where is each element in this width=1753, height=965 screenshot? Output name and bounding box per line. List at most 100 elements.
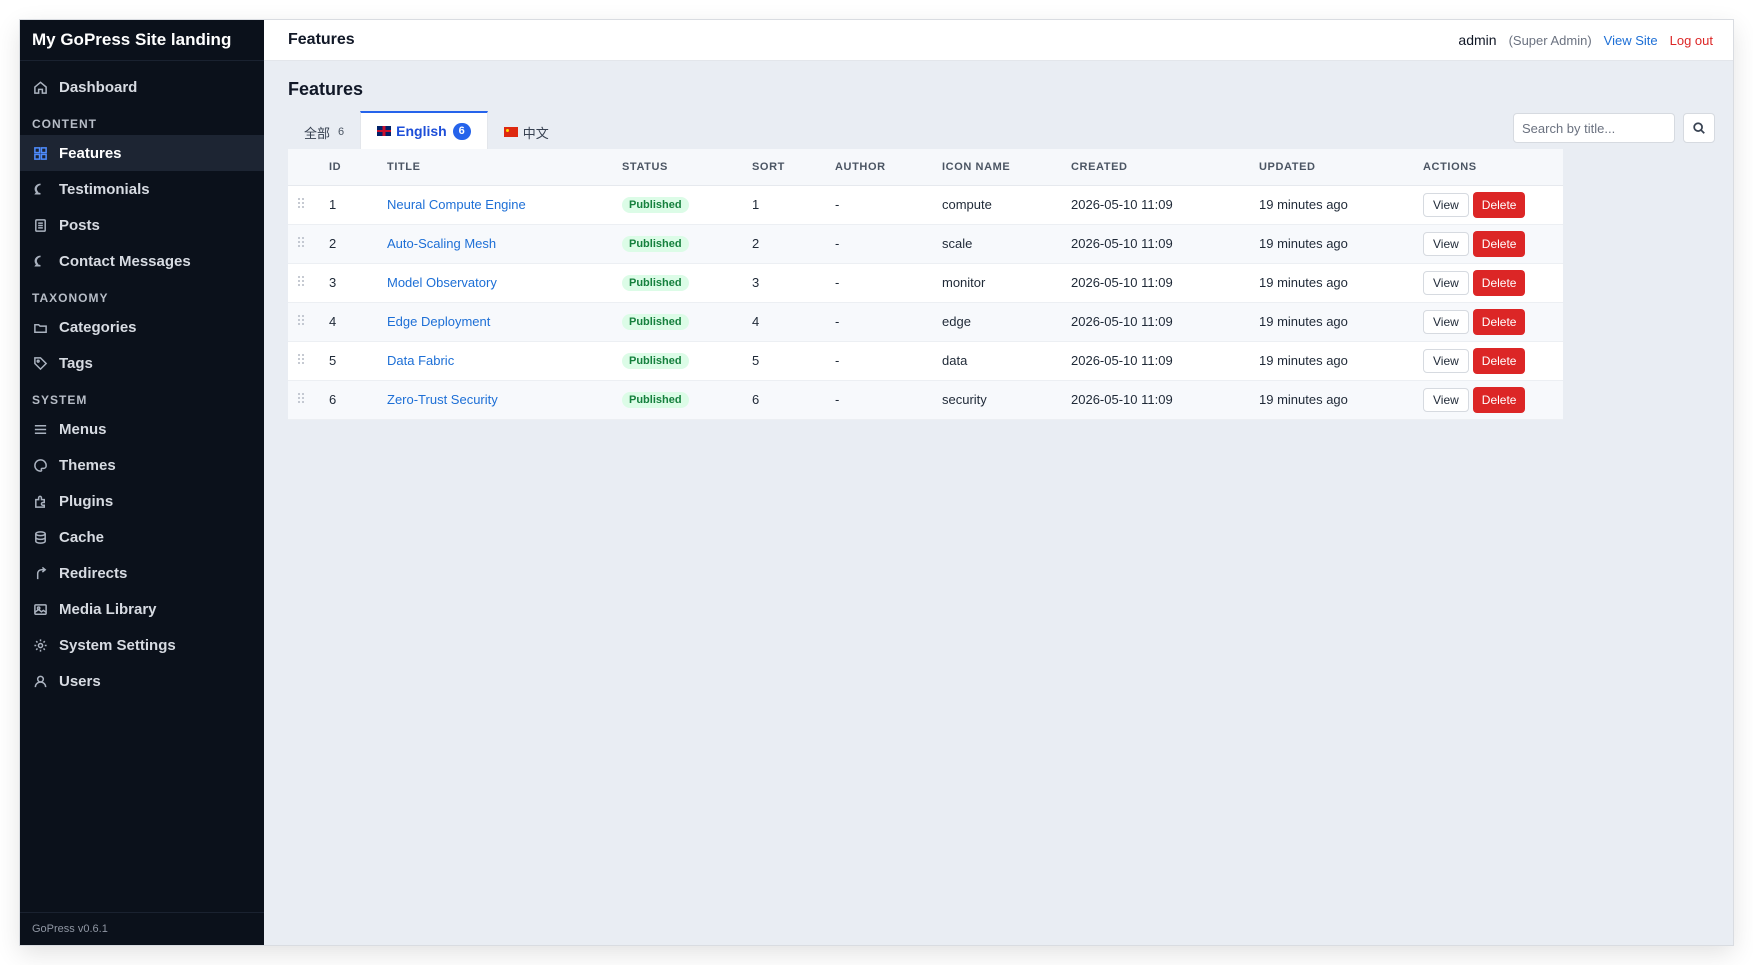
search-bar [1513,113,1715,143]
tab-label: 中文 [522,125,549,141]
sidebar-item-system-settings[interactable]: System Settings [20,627,264,663]
delete-button[interactable]: Delete [1472,386,1526,413]
sidebar-item-posts[interactable]: Posts [20,207,264,243]
sidebar-item-themes[interactable]: Themes [20,447,264,483]
drag-handle-icon [298,354,304,364]
china-flag-icon [503,127,518,137]
tab-english[interactable]: English 6 [360,111,488,149]
sidebar-item-label: Cache [59,528,105,546]
sidebar-item-contact-messages[interactable]: Contact Messages [20,243,264,279]
cell-id: 3 [329,275,337,290]
row-title-link[interactable]: Data Fabric [387,353,454,368]
column-header-created[interactable]: CREATED [1070,149,1258,186]
cell-updated: 19 minutes ago [1259,314,1348,329]
drag-handle[interactable] [288,380,328,419]
sidebar-item-label: Testimonials [59,180,150,198]
view-button[interactable]: View [1423,231,1469,256]
database-icon [32,529,48,545]
view-button[interactable]: View [1423,270,1469,295]
row-title-link[interactable]: Zero-Trust Security [387,392,498,407]
cell-actions: View Delete [1422,185,1563,224]
sidebar-item-label: Menus [59,420,107,438]
uk-flag-icon [377,126,392,136]
cell-created: 2026-05-10 11:09 [1071,197,1173,212]
sidebar-item-testimonials[interactable]: Testimonials [20,171,264,207]
delete-button[interactable]: Delete [1472,269,1526,296]
row-title-link[interactable]: Neural Compute Engine [387,197,526,212]
column-header-sort[interactable]: SORT [751,149,834,186]
cell-sort: 4 [752,314,760,329]
tab-count: 6 [338,126,345,138]
table-row: 6 Zero-Trust Security Published 6 - secu… [288,380,1563,419]
column-header-actions: ACTIONS [1422,149,1563,186]
delete-button[interactable]: Delete [1472,347,1526,374]
sidebar-item-label: Themes [59,456,116,474]
cell-icon-name: monitor [942,275,986,290]
column-header-title[interactable]: TITLE [386,149,621,186]
table-body: 1 Neural Compute Engine Published 1 - co… [288,185,1563,419]
drag-handle[interactable] [288,263,328,302]
column-header-author[interactable]: AUTHOR [834,149,941,186]
topbar-title: Features [288,31,355,48]
home-icon [32,79,48,95]
row-title-link[interactable]: Edge Deployment [387,314,490,329]
drag-handle[interactable] [288,224,328,263]
sidebar-item-media-library[interactable]: Media Library [20,591,264,627]
sidebar-item-dashboard[interactable]: Dashboard [20,69,264,105]
drag-handle[interactable] [288,302,328,341]
delete-button[interactable]: Delete [1472,191,1526,218]
cell-author: - [835,392,840,407]
cell-created: 2026-05-10 11:09 [1071,275,1173,290]
sidebar-item-redirects[interactable]: Redirects [20,555,264,591]
sidebar-item-users[interactable]: Users [20,663,264,699]
sidebar-item-tags[interactable]: Tags [20,345,264,381]
row-title-link[interactable]: Model Observatory [387,275,497,290]
tab-count-badge: 6 [452,122,471,140]
column-header-id[interactable]: ID [328,149,386,186]
cell-actions: View Delete [1422,302,1563,341]
document-icon [32,217,48,233]
view-button[interactable]: View [1423,387,1469,412]
table-row: 2 Auto-Scaling Mesh Published 2 - scale … [288,224,1563,263]
cell-created: 2026-05-10 11:09 [1071,392,1173,407]
view-button[interactable]: View [1423,309,1469,334]
gear-icon [32,637,48,653]
sidebar-item-label: System Settings [59,636,176,654]
status-badge: Published [622,275,689,291]
logout-link[interactable]: Log out [1670,33,1713,48]
column-header-updated[interactable]: UPDATED [1258,149,1422,186]
sidebar-item-cache[interactable]: Cache [20,519,264,555]
view-button[interactable]: View [1423,348,1469,373]
sidebar-item-plugins[interactable]: Plugins [20,483,264,519]
delete-button[interactable]: Delete [1472,230,1526,257]
search-icon [1693,122,1705,134]
cell-author: - [835,314,840,329]
cell-sort: 1 [752,197,760,212]
column-header-status[interactable]: STATUS [621,149,751,186]
cell-actions: View Delete [1422,263,1563,302]
drag-handle[interactable] [288,341,328,380]
sidebar-item-label: Users [59,672,101,690]
cell-actions: View Delete [1422,341,1563,380]
column-header-icon-name[interactable]: ICON NAME [941,149,1070,186]
cell-created: 2026-05-10 11:09 [1071,353,1173,368]
sidebar-item-categories[interactable]: Categories [20,309,264,345]
tab-chinese[interactable]: 中文 [488,115,565,149]
search-input[interactable] [1513,113,1675,143]
view-button[interactable]: View [1423,192,1469,217]
search-button[interactable] [1683,113,1715,143]
cell-sort: 6 [752,392,760,407]
sidebar-item-menus[interactable]: Menus [20,411,264,447]
view-site-link[interactable]: View Site [1604,33,1658,48]
brand-title[interactable]: My GoPress Site landing [20,20,264,61]
delete-button[interactable]: Delete [1472,308,1526,335]
cell-created: 2026-05-10 11:09 [1071,236,1173,251]
sidebar-item-features[interactable]: Features [20,135,264,171]
redirect-icon [32,565,48,581]
main-area: Features admin (Super Admin) View Site L… [264,20,1733,945]
tab-all[interactable]: 全部 6 [288,115,360,149]
sidebar-item-label: Media Library [59,600,157,618]
sidebar-item-label: Posts [59,216,100,234]
row-title-link[interactable]: Auto-Scaling Mesh [387,236,496,251]
drag-handle[interactable] [288,185,328,224]
